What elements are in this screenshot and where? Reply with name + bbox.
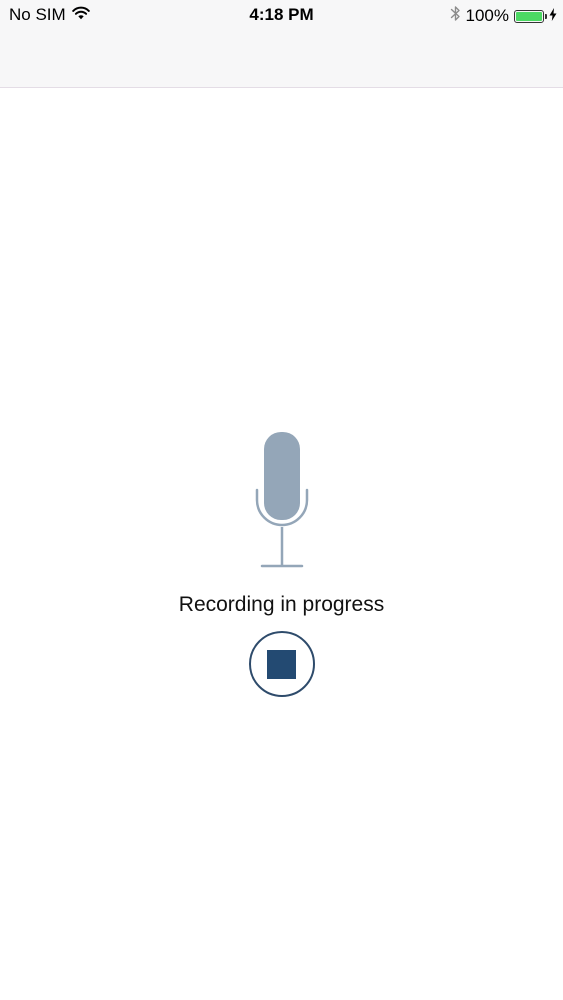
screen: No SIM 4:18 PM 100% Recording in progres… — [0, 0, 563, 1000]
recording-panel: Recording in progress — [0, 432, 563, 697]
stop-icon — [267, 649, 296, 679]
battery-level-fill — [516, 11, 542, 21]
charging-bolt-icon — [549, 6, 557, 26]
battery-cap — [545, 13, 547, 19]
microphone-icon — [252, 432, 312, 573]
stop-recording-button[interactable] — [248, 631, 315, 697]
status-bar: No SIM 4:18 PM 100% — [0, 0, 563, 30]
battery-percent: 100% — [465, 6, 509, 25]
status-right: 100% — [450, 5, 557, 27]
battery-icon — [514, 9, 547, 23]
navigation-bar: No SIM 4:18 PM 100% — [0, 0, 563, 88]
bluetooth-icon — [450, 5, 461, 27]
recording-status-label: Recording in progress — [178, 593, 385, 616]
